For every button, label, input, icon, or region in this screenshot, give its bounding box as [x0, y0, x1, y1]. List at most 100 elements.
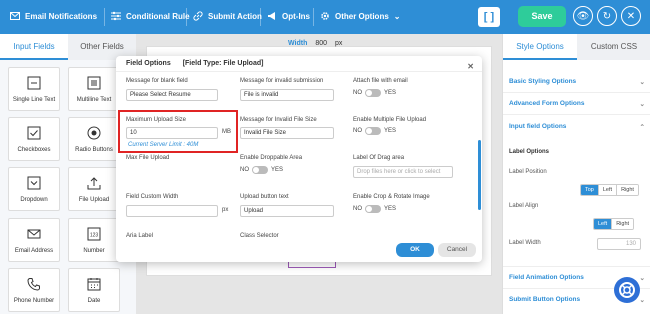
chevron-up-icon: ⌃ [639, 124, 645, 131]
radio-icon [87, 126, 101, 140]
fullscreen-button[interactable]: [ ] [478, 7, 500, 27]
toggle-switch[interactable] [252, 166, 268, 174]
label-position-toggle: Top Left Right [580, 184, 639, 196]
dropdown-icon [27, 176, 41, 190]
single-line-text-icon [27, 76, 41, 90]
accordion-input-field[interactable]: Input field Options ⌃ [509, 123, 645, 131]
field-date[interactable]: Date [68, 268, 120, 312]
label-width-input[interactable]: 130 [597, 238, 641, 250]
attach-file-toggle[interactable]: NO YES [353, 89, 396, 97]
help-button[interactable] [614, 277, 640, 303]
conditional-rule-button[interactable]: Conditional Rule [111, 11, 190, 21]
invalid-message-input[interactable]: File is invalid [240, 89, 334, 101]
label-position-right[interactable]: Right [617, 185, 638, 195]
field-number[interactable]: 123 Number [68, 218, 120, 262]
megaphone-icon [268, 12, 275, 20]
save-button[interactable]: Save [518, 6, 566, 27]
width-control: Width 800 px [288, 40, 342, 47]
reload-button[interactable]: ↻ [597, 6, 617, 26]
label-options-heading: Label Options [509, 149, 550, 155]
drag-area-input[interactable]: Drop files here or click to select [353, 166, 453, 178]
field-radio-buttons[interactable]: Radio Buttons [68, 117, 120, 161]
divider [503, 92, 650, 93]
email-notifications-button[interactable]: Email Notifications [10, 11, 97, 21]
label-align-label: Label Align [509, 203, 539, 209]
toolbar-divider [313, 8, 314, 26]
toggle-switch[interactable] [365, 127, 381, 135]
preview-button[interactable]: 👁 [573, 6, 593, 26]
other-options-button[interactable]: Other Options ⌄ [320, 11, 400, 21]
max-file-upload-label: Max File Upload [126, 155, 170, 161]
invalid-size-message-input[interactable]: Invalid File Size [240, 127, 334, 139]
calendar-icon [87, 278, 101, 291]
link-icon [193, 11, 203, 21]
tab-custom-css[interactable]: Custom CSS [577, 34, 650, 60]
modal-scrollbar[interactable] [478, 140, 481, 210]
blank-message-input[interactable]: Please Select Resume [126, 89, 218, 101]
label-align-right[interactable]: Right [612, 219, 634, 229]
label-position-left[interactable]: Left [598, 185, 618, 195]
label-position-top[interactable]: Top [581, 185, 599, 195]
tab-input-fields[interactable]: Input Fields [0, 34, 68, 60]
droppable-area-toggle[interactable]: NO YES [240, 166, 283, 174]
custom-width-input[interactable] [126, 205, 218, 217]
modal-header: Field Options [Field Type: File Upload] … [116, 56, 482, 72]
width-unit[interactable]: px [335, 40, 342, 47]
close-button[interactable]: ✕ [621, 6, 641, 26]
field-multiline-text[interactable]: Multiline Text [68, 67, 120, 111]
toggle-switch[interactable] [365, 205, 381, 213]
chevron-down-icon: ⌄ [639, 79, 645, 86]
divider [503, 114, 650, 115]
mail-icon [10, 12, 20, 20]
field-phone-number[interactable]: Phone Number [8, 268, 60, 312]
field-single-line-text[interactable]: Single Line Text [8, 67, 60, 111]
ok-button[interactable]: OK [396, 243, 434, 257]
crop-rotate-toggle[interactable]: NO YES [353, 205, 396, 213]
toolbar-divider [260, 8, 261, 26]
droppable-area-label: Enable Droppable Area [240, 155, 303, 161]
gear-icon [321, 12, 329, 20]
sliders-icon [111, 11, 121, 21]
lifebuoy-icon [619, 282, 635, 298]
accordion-advanced-form[interactable]: Advanced Form Options ⌄ [509, 100, 645, 108]
close-icon[interactable]: ✕ [467, 59, 474, 75]
number-icon: 123 [87, 227, 101, 241]
chevron-down-icon: ⌄ [639, 275, 645, 282]
invalid-message-label: Message for invalid submission [240, 78, 324, 84]
phone-icon [27, 278, 40, 291]
chevron-down-icon: ⌄ [639, 297, 645, 304]
opt-ins-button[interactable]: Opt-Ins [267, 11, 310, 21]
field-checkboxes[interactable]: Checkboxes [8, 117, 60, 161]
tab-style-options[interactable]: Style Options [503, 34, 577, 60]
cancel-button[interactable]: Cancel [438, 243, 476, 257]
chevron-down-icon: ⌄ [393, 11, 401, 21]
custom-width-unit: px [222, 207, 229, 213]
style-panel: Style Options Custom CSS Basic Styling O… [502, 34, 650, 314]
label-align-toggle: Left Right [593, 218, 635, 230]
class-selector-label: Class Selector [240, 233, 279, 239]
eye-icon: 👁 [576, 10, 590, 22]
server-limit-hint: Current Server Limit : 40M [128, 142, 199, 148]
field-file-upload[interactable]: File Upload [68, 167, 120, 211]
toolbar-divider [186, 8, 187, 26]
label-align-left[interactable]: Left [594, 219, 613, 229]
toggle-switch[interactable] [365, 89, 381, 97]
upload-button-text-input[interactable]: Upload [240, 205, 334, 217]
custom-width-label: Field Custom Width [126, 194, 179, 200]
multiple-upload-toggle[interactable]: NO YES [353, 127, 396, 135]
field-options-modal: Field Options [Field Type: File Upload] … [116, 56, 482, 262]
submit-action-button[interactable]: Submit Action [193, 11, 262, 21]
width-label: Width [288, 40, 308, 47]
modal-field-type: [Field Type: File Upload] [182, 60, 264, 67]
field-dropdown[interactable]: Dropdown [8, 167, 60, 211]
accordion-basic-styling[interactable]: Basic Styling Options ⌄ [509, 78, 645, 86]
upload-button-text-label: Upload button text [240, 194, 289, 200]
multiline-text-icon [87, 76, 101, 90]
width-input[interactable]: 800 [315, 40, 327, 47]
modal-title: Field Options [126, 60, 171, 67]
email-icon [27, 229, 41, 239]
upload-icon [87, 177, 101, 190]
divider [503, 266, 650, 267]
close-icon: ✕ [626, 10, 636, 22]
field-email-address[interactable]: Email Address [8, 218, 60, 262]
